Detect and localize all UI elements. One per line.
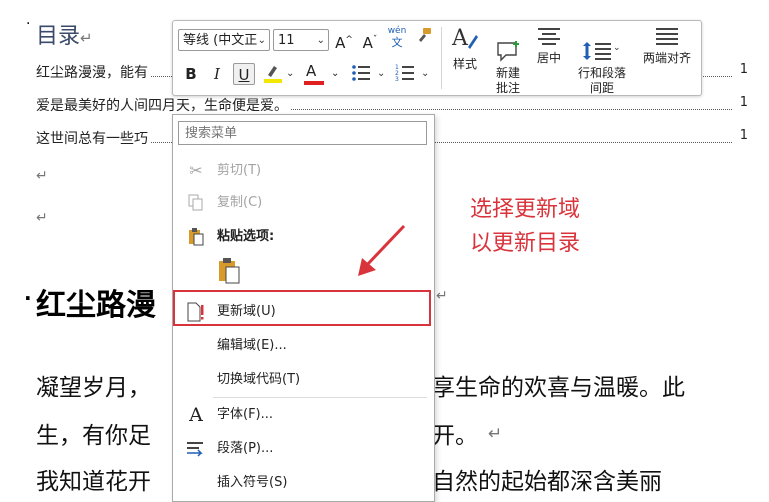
heading-bullet: · [26, 16, 31, 32]
svg-text:⌄: ⌄ [613, 43, 621, 53]
font-size-combo[interactable]: 11 ⌄ [273, 29, 329, 51]
svg-text:⌄: ⌄ [286, 68, 294, 79]
annotation-arrow-icon [358, 224, 406, 276]
paragraph-mark: ↵ [436, 288, 448, 304]
copy-icon [185, 189, 207, 217]
numbering-button[interactable]: 1 2 3 ⌄ [395, 63, 433, 85]
heading-bullet: · [24, 286, 32, 310]
menu-item-cut[interactable]: ✂ 剪切(T) [173, 157, 432, 185]
bullets-button[interactable]: ⌄ [351, 63, 389, 85]
body-text-left: 我知道花开 [36, 469, 151, 495]
menu-search-input[interactable] [178, 121, 427, 145]
menu-item-paragraph[interactable]: 段落(P)... [173, 435, 432, 463]
highlight-button[interactable]: ⌄ [261, 63, 297, 85]
line-spacing-icon: ⌄ [583, 42, 621, 60]
line-spacing-button[interactable]: ⌄ 行和段落 间距 [571, 25, 633, 111]
scissors-icon: ✂ [189, 161, 203, 180]
italic-button[interactable]: I [207, 63, 227, 85]
new-comment-button[interactable]: 新建 批注 [491, 25, 525, 111]
styles-button[interactable]: A 样式 [447, 25, 483, 72]
paste-keep-text-only-button[interactable] [217, 257, 243, 287]
shrink-font-button[interactable]: Aˇ [359, 29, 381, 52]
align-justify-icon [656, 28, 678, 45]
mini-toolbar: 等线 (中文正 ⌄ 11 ⌄ A^ Aˇ wén 文 B I U ⌄ A ⌄ ⌄… [172, 20, 702, 96]
menu-item-edit-field[interactable]: 编辑域(E)... [173, 332, 432, 360]
menu-item-copy[interactable]: 复制(C) [173, 189, 432, 217]
center-align-button[interactable]: 居中 [531, 25, 567, 66]
align-center-icon [538, 28, 560, 45]
menu-item-insert-symbol[interactable]: 插入符号(S) [173, 469, 432, 497]
svg-text:3: 3 [395, 76, 399, 83]
styles-icon: A [451, 26, 478, 51]
toc-entry[interactable]: 爱是最美好的人间四月天，生命便是爱。 1 [36, 95, 748, 115]
body-text-right: 开。 [432, 423, 478, 449]
body-text-right: 享生命的欢喜与温暖。此 [432, 375, 685, 401]
font-name-combo[interactable]: 等线 (中文正 ⌄ [178, 29, 270, 51]
brush-icon [419, 28, 431, 42]
grow-font-button[interactable]: A^ [333, 29, 355, 52]
body-text-right: 自然的起始都深含美丽 [432, 469, 662, 495]
menu-item-toggle-field-codes[interactable]: 切换域代码(T) [173, 366, 432, 394]
paragraph-mark: ↵ [36, 210, 48, 226]
menu-item-font[interactable]: A 字体(F)... [173, 401, 432, 429]
font-icon: A [189, 404, 203, 426]
highlighter-icon: ⌄ [264, 66, 294, 83]
font-color-swatch [304, 81, 324, 85]
paragraph-mark: ↵ [488, 424, 503, 444]
paste-text-icon [219, 258, 240, 284]
bullet-list-icon: ⌄ [352, 65, 385, 81]
svg-text:⌄: ⌄ [377, 68, 385, 79]
toc-title: 目录↵ [36, 24, 93, 49]
comment-icon [497, 41, 519, 62]
menu-separator [213, 397, 427, 398]
body-text-left: 凝望岁月， [36, 375, 151, 401]
clipboard-icon [185, 223, 207, 251]
section-heading: 红尘路漫 [36, 288, 156, 323]
paragraph-icon [185, 435, 207, 463]
underline-button[interactable]: U [233, 63, 255, 85]
font-color-button[interactable]: A ⌄ [303, 62, 343, 85]
paragraph-mark: ↵ [36, 168, 48, 184]
svg-text:A: A [451, 26, 469, 51]
body-text-left: 生，有你足 [36, 423, 151, 449]
phonetic-guide-button[interactable]: wén 文 [385, 26, 409, 52]
bold-button[interactable]: B [181, 63, 201, 85]
numbered-list-icon: 1 2 3 ⌄ [395, 64, 429, 83]
annotation-callout: 选择更新域 以更新目录 [470, 197, 581, 256]
format-painter-button[interactable] [413, 27, 435, 49]
justify-button[interactable]: 两端对齐 [639, 25, 695, 66]
update-field-highlight [173, 290, 431, 326]
svg-text:⌄: ⌄ [421, 68, 429, 79]
